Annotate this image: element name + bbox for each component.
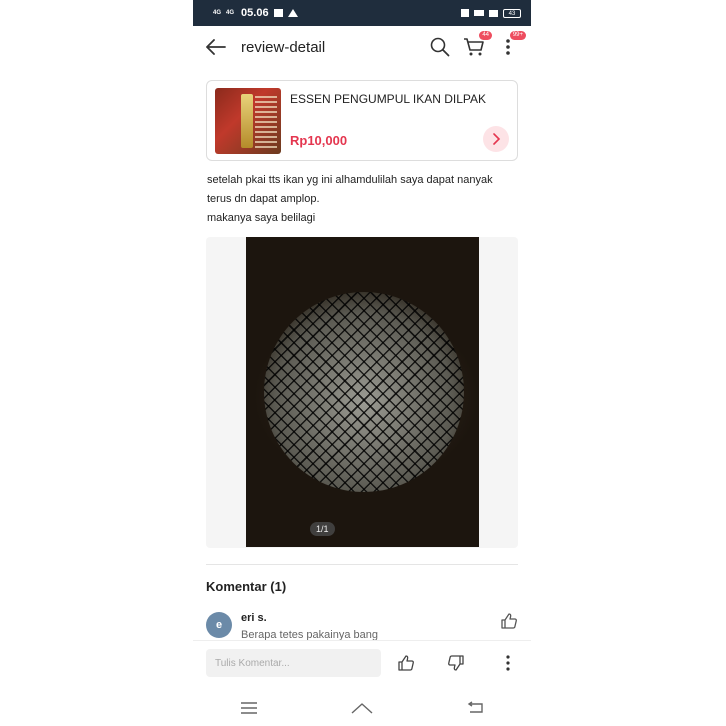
comment-item: e eri s. Berapa tetes pakainya bang [206,610,518,640]
warning-icon [287,9,298,17]
cart-button[interactable]: 44 [463,31,492,58]
photo-counter: 1/1 [310,522,335,536]
product-thumbnail [215,88,281,154]
cart-icon [464,38,484,56]
product-price: Rp10,000 [290,133,348,148]
review-line: makanya saya belilagi [207,212,316,224]
menu-badge: 99+ [509,31,526,40]
home-icon[interactable] [349,698,375,718]
product-card[interactable]: ESSEN PENGUMPUL IKAN DILPAK Rp10,000 [206,80,518,161]
more-menu-button[interactable]: 99+ [497,31,526,58]
back-icon[interactable] [462,698,488,718]
phone-screen: 4G 4G 05.06 43 review-detail 44 99+ ESSE… [193,0,531,726]
wifi-icon [489,9,498,17]
more-vertical-icon [506,39,510,55]
network-indicator-1: 4G [213,10,222,16]
app-header: review-detail 44 99+ [193,26,531,68]
comment-input[interactable] [206,649,381,677]
cart-badge: 44 [479,31,492,40]
back-arrow-icon[interactable] [205,36,227,58]
review-photo-gallery[interactable]: 1/1 [206,237,518,548]
review-photo[interactable] [246,237,479,547]
thumbs-up-icon[interactable] [396,653,416,673]
review-line: terus dn dapat amplop. [207,193,320,205]
commenter-name[interactable]: eri s. [241,612,267,624]
signal-icon [474,10,484,16]
clock: 05.06 [241,7,269,19]
fish-net-image [264,292,464,492]
android-nav-bar [193,690,531,726]
search-icon[interactable] [429,36,451,58]
divider [206,564,518,565]
menu-icon[interactable] [236,698,262,718]
review-line: setelah pkai tts ikan yg ini alhamdulila… [207,174,493,186]
comment-input-bar [193,640,531,687]
more-vertical-icon[interactable] [498,653,518,673]
mute-icon [461,9,469,17]
battery-icon: 43 [503,8,521,18]
avatar[interactable]: e [206,612,232,638]
product-name: ESSEN PENGUMPUL IKAN DILPAK [290,92,487,106]
thumbs-up-icon[interactable] [500,612,518,630]
status-bar: 4G 4G 05.06 43 [193,0,531,26]
chevron-right-icon[interactable] [483,126,509,152]
video-icon [273,9,283,17]
review-text: setelah pkai tts ikan yg ini alhamdulila… [207,171,519,228]
page-title: review-detail [241,38,326,56]
comments-title: Komentar (1) [206,579,287,594]
network-indicator-2: 4G [226,10,235,16]
comment-text: Berapa tetes pakainya bang [241,629,378,640]
thumbs-down-icon[interactable] [446,653,466,673]
